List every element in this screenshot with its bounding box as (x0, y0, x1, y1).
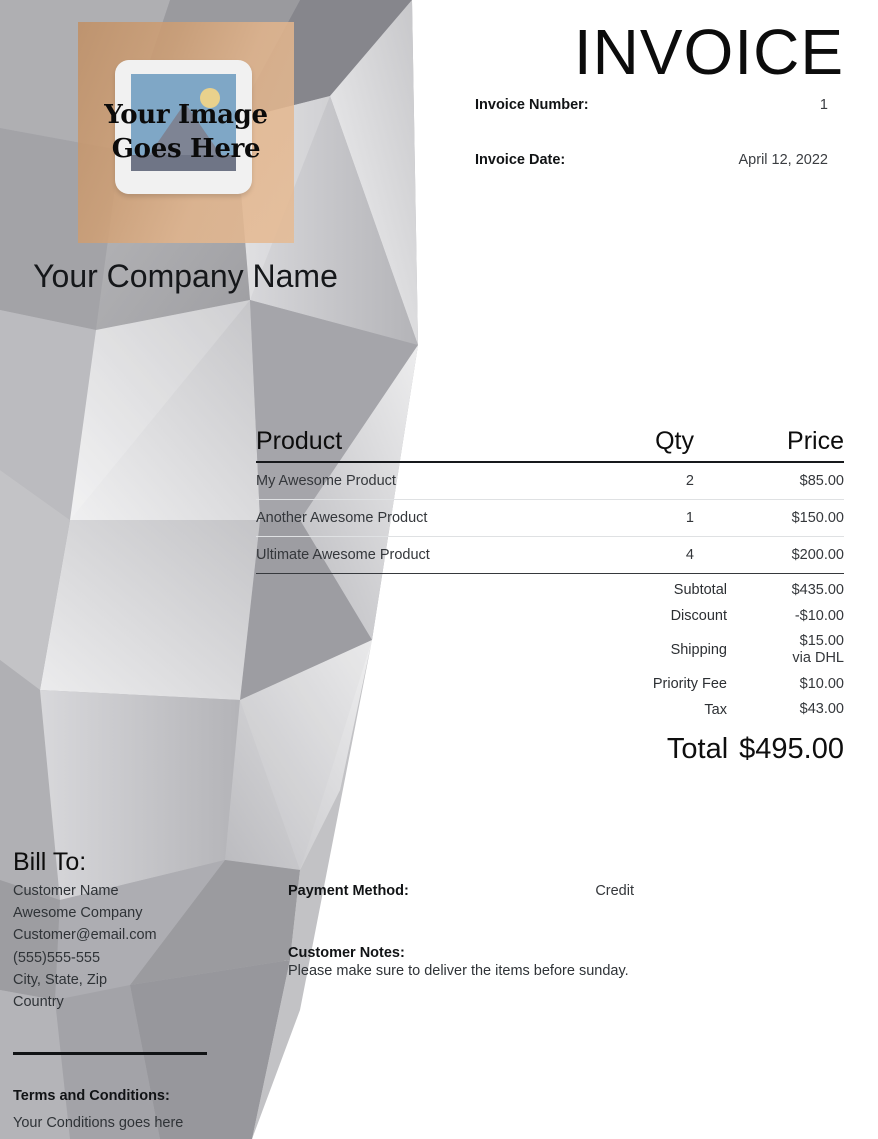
customer-notes-text: Please make sure to deliver the items be… (288, 963, 629, 979)
product-price: $200.00 (694, 536, 844, 574)
invoice-number-value: 1 (819, 97, 828, 113)
bill-to-city-state-zip: City, State, Zip (13, 971, 108, 988)
invoice-page: Your Image Goes Here Your Company Name I… (0, 0, 878, 1139)
invoice-date-label: Invoice Date: (475, 152, 566, 168)
terms-text: Your Conditions goes here (13, 1115, 184, 1131)
logo-caption-line-1: Your Image (104, 100, 268, 131)
product-qty: 1 (544, 499, 694, 537)
bill-to-customer-name: Customer Name (13, 883, 119, 899)
logo-caption: Your Image Goes Here (78, 22, 294, 243)
tax-value: $43.00 (799, 701, 844, 718)
grand-total-value: $495.00 (739, 733, 844, 766)
products-table: Product Qty Price My Awesome Product 2 $… (256, 427, 844, 574)
payment-method-label: Payment Method: (288, 883, 409, 899)
shipping-label: Shipping (670, 642, 727, 659)
subtotal-label: Subtotal (673, 582, 727, 599)
payment-method-value: Credit (595, 883, 634, 899)
bill-to-email: Customer@email.com (13, 927, 157, 944)
terms-and-conditions-section: Terms and Conditions: Your Conditions go… (13, 1088, 293, 1131)
bill-to-company: Awesome Company (13, 905, 143, 922)
shipping-amount: $15.00 (799, 633, 844, 650)
grand-total-label: Total (666, 733, 729, 766)
company-name: Your Company Name (33, 258, 338, 294)
tax-label: Tax (704, 701, 727, 718)
subtotal-value: $435.00 (791, 582, 844, 598)
shipping-row: Shipping $15.00 via DHL (560, 633, 844, 666)
customer-notes-label: Customer Notes: (288, 945, 405, 961)
discount-value: -$10.00 (794, 607, 844, 624)
shipping-carrier: via DHL (792, 650, 844, 667)
table-row: Another Awesome Product 1 $150.00 (256, 499, 844, 537)
bill-to-phone: (555)555-555 (13, 949, 101, 966)
product-price: $150.00 (694, 499, 844, 537)
bill-to-country: Country (13, 993, 64, 1010)
logo-caption-line-2: Goes Here (111, 133, 261, 164)
column-header-qty: Qty (544, 427, 694, 463)
invoice-title: INVOICE (573, 16, 844, 88)
customer-notes-section: Customer Notes: Please make sure to deli… (288, 945, 808, 979)
priority-fee-value: $10.00 (799, 675, 844, 692)
tax-row: Tax $43.00 (560, 701, 844, 718)
priority-fee-label: Priority Fee (652, 676, 727, 693)
grand-total-row: Total $495.00 (560, 733, 844, 766)
bill-to-heading: Bill To: (13, 848, 87, 876)
product-name: My Awesome Product (256, 462, 544, 500)
invoice-date-value: April 12, 2022 (738, 152, 828, 168)
product-price: $85.00 (694, 462, 844, 500)
totals-section: Subtotal $435.00 Discount -$10.00 Shippi… (560, 582, 844, 766)
product-name: Ultimate Awesome Product (256, 536, 544, 574)
subtotal-row: Subtotal $435.00 (560, 582, 844, 599)
product-qty: 4 (544, 536, 694, 574)
terms-divider (13, 1052, 207, 1055)
invoice-number-label: Invoice Number: (475, 97, 589, 113)
discount-row: Discount -$10.00 (560, 608, 844, 625)
company-logo-placeholder: Your Image Goes Here (78, 22, 294, 243)
invoice-date-row: Invoice Date: April 12, 2022 (475, 152, 828, 168)
table-row: My Awesome Product 2 $85.00 (256, 462, 844, 500)
column-header-product: Product (256, 427, 544, 463)
table-header-row: Product Qty Price (256, 427, 844, 463)
discount-label: Discount (670, 608, 727, 624)
invoice-number-row: Invoice Number: 1 (475, 97, 828, 113)
table-row: Ultimate Awesome Product 4 $200.00 (256, 536, 844, 574)
bill-to-section: Bill To: Customer Name Awesome Company C… (13, 848, 263, 1013)
column-header-price: Price (694, 427, 844, 463)
priority-fee-row: Priority Fee $10.00 (560, 676, 844, 693)
shipping-value-group: $15.00 via DHL (744, 633, 844, 666)
terms-label: Terms and Conditions: (13, 1088, 170, 1104)
payment-method-row: Payment Method: Credit (288, 883, 634, 899)
product-qty: 2 (544, 462, 694, 500)
product-name: Another Awesome Product (256, 499, 544, 537)
